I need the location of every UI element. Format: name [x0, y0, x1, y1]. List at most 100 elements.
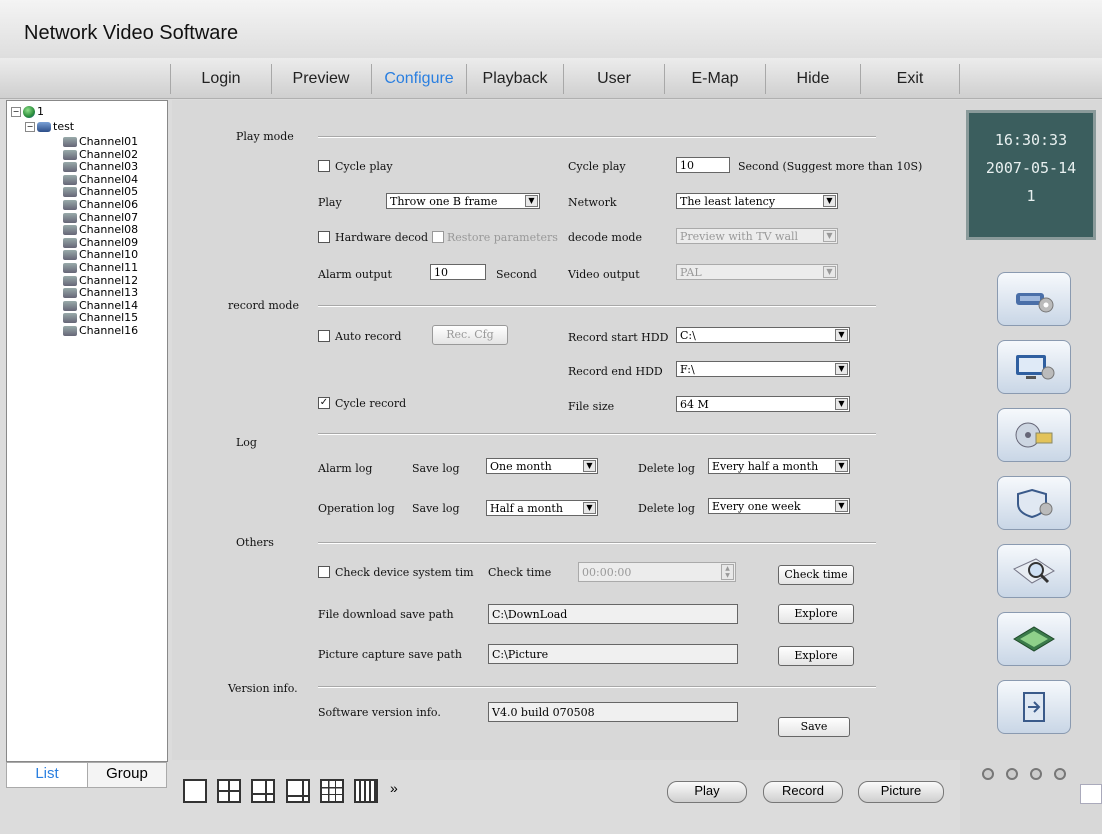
dropdown-arrow-icon[interactable]: ▼ [835, 460, 848, 472]
layout-16-icon[interactable] [354, 779, 378, 803]
play-select-value: Throw one B frame [390, 195, 498, 208]
checkbox-icon[interactable] [318, 566, 330, 578]
dropdown-arrow-icon[interactable]: ▼ [835, 363, 848, 375]
download-path-input[interactable]: C:\DownLoad [488, 604, 738, 624]
tree-channel[interactable]: Channel11 [63, 261, 138, 274]
checkbox-icon[interactable] [318, 160, 330, 172]
tree-channel[interactable]: Channel05 [63, 185, 138, 198]
capture-path-input[interactable]: C:\Picture [488, 644, 738, 664]
auto-record-checkbox[interactable]: Auto record [318, 330, 401, 343]
device-config-button[interactable] [997, 272, 1071, 326]
layout-4-icon[interactable] [217, 779, 241, 803]
tree-root[interactable]: −1 [11, 105, 44, 118]
record-end-hdd-select[interactable]: F:\ ▼ [676, 361, 850, 377]
layout-9-icon[interactable] [320, 779, 344, 803]
spinner-icon[interactable]: ▲ ▼ [721, 564, 734, 580]
camera-icon [63, 212, 77, 223]
operation-delete-log-select[interactable]: Every one week ▼ [708, 498, 850, 514]
dropdown-arrow-icon[interactable]: ▼ [525, 195, 538, 207]
alarm-save-log-select[interactable]: One month ▼ [486, 458, 598, 474]
dropdown-arrow-icon[interactable]: ▼ [823, 195, 836, 207]
dropdown-arrow-icon[interactable]: ▼ [835, 500, 848, 512]
dropdown-arrow-icon[interactable]: ▼ [823, 266, 836, 278]
check-time-button[interactable]: Check time [778, 565, 854, 585]
tree-channel[interactable]: Channel13 [63, 286, 138, 299]
file-size-select[interactable]: 64 M ▼ [676, 396, 850, 412]
decode-mode-select[interactable]: Preview with TV wall ▼ [676, 228, 838, 244]
map-config-button[interactable] [997, 612, 1071, 666]
alarm-output-input[interactable]: 10 [430, 264, 486, 280]
menu-hide[interactable]: Hide [766, 64, 861, 94]
check-device-time-label: Check device system tim [335, 566, 474, 579]
cycle-record-checkbox[interactable]: ✓ Cycle record [318, 397, 406, 410]
menu-user[interactable]: User [564, 64, 665, 94]
dropdown-arrow-icon[interactable]: ▼ [835, 329, 848, 341]
play-select[interactable]: Throw one B frame ▼ [386, 193, 540, 209]
tree-channel[interactable]: Channel06 [63, 198, 138, 211]
menu-configure[interactable]: Configure [372, 64, 467, 94]
record-button[interactable]: Record [763, 781, 843, 803]
save-button[interactable]: Save [778, 717, 850, 737]
explore-capture-button[interactable]: Explore [778, 646, 854, 666]
checkbox-icon[interactable] [432, 231, 444, 243]
exit-config-button[interactable] [997, 680, 1071, 734]
record-end-hdd-label: Record end HDD [568, 365, 663, 378]
restore-parameters-checkbox[interactable]: Restore parameters [432, 231, 558, 244]
checkbox-checked-icon[interactable]: ✓ [318, 397, 330, 409]
record-start-hdd-select[interactable]: C:\ ▼ [676, 327, 850, 343]
software-version-input[interactable]: V4.0 build 070508 [488, 702, 738, 722]
alarm-delete-log-select[interactable]: Every half a month ▼ [708, 458, 850, 474]
hardware-decode-checkbox[interactable]: Hardware decod [318, 231, 428, 244]
tree-device[interactable]: − test [25, 120, 74, 133]
device-tree[interactable]: −1 − test Channel01 Channel02 Channel03 Chan… [6, 100, 168, 762]
cycle-play-input[interactable]: 10 [676, 157, 730, 173]
menu-emap[interactable]: E-Map [665, 64, 766, 94]
dropdown-arrow-icon[interactable]: ▼ [583, 460, 596, 472]
collapse-icon[interactable]: − [11, 107, 21, 117]
layout-6-icon[interactable] [251, 779, 275, 803]
menu-login[interactable]: Login [170, 64, 272, 94]
tree-channel[interactable]: Channel16 [63, 324, 138, 337]
check-time-input[interactable]: 00:00:00 ▲ ▼ [578, 562, 736, 582]
tree-channel[interactable]: Channel03 [63, 160, 138, 173]
preview-config-button[interactable] [997, 340, 1071, 394]
security-config-button[interactable] [997, 476, 1071, 530]
dropdown-arrow-icon[interactable]: ▼ [835, 398, 848, 410]
layout-8-icon[interactable] [286, 779, 310, 803]
device-settings-icon [1016, 293, 1054, 313]
tree-channel[interactable]: Channel04 [63, 173, 138, 186]
cycle-play-checkbox[interactable]: Cycle play [318, 160, 393, 173]
dropdown-arrow-icon[interactable]: ▼ [823, 230, 836, 242]
alarm-save-log-label: Save log [412, 462, 460, 475]
tree-device-label: test [53, 120, 75, 133]
layout-1-icon[interactable] [183, 779, 207, 803]
rec-cfg-button[interactable]: Rec. Cfg [432, 325, 508, 345]
checkbox-icon[interactable] [318, 231, 330, 243]
tree-channel[interactable]: Channel15 [63, 311, 138, 324]
network-select[interactable]: The least latency ▼ [676, 193, 838, 209]
tray-icon[interactable] [1080, 784, 1102, 804]
collapse-icon[interactable]: − [25, 122, 35, 132]
checkbox-icon[interactable] [318, 330, 330, 342]
operation-save-log-select[interactable]: Half a month ▼ [486, 500, 598, 516]
menu-playback[interactable]: Playback [467, 64, 564, 94]
menu-preview[interactable]: Preview [271, 64, 372, 94]
tree-channel[interactable]: Channel09 [63, 236, 138, 249]
more-layouts-icon[interactable]: » [390, 780, 398, 796]
tree-channel[interactable]: Channel08 [63, 223, 138, 236]
menu-exit[interactable]: Exit [861, 64, 960, 94]
play-button[interactable]: Play [667, 781, 747, 803]
tree-channel[interactable]: Channel10 [63, 248, 138, 261]
tree-channel[interactable]: Channel12 [63, 274, 138, 287]
tree-channel[interactable]: Channel02 [63, 148, 138, 161]
tree-channel[interactable]: Channel07 [63, 211, 138, 224]
picture-button[interactable]: Picture [858, 781, 944, 803]
check-device-time-checkbox[interactable]: Check device system tim [318, 566, 474, 579]
dropdown-arrow-icon[interactable]: ▼ [583, 502, 596, 514]
explore-download-button[interactable]: Explore [778, 604, 854, 624]
storage-config-button[interactable] [997, 408, 1071, 462]
search-config-button[interactable] [997, 544, 1071, 598]
tree-channel[interactable]: Channel14 [63, 299, 138, 312]
video-output-select[interactable]: PAL ▼ [676, 264, 838, 280]
tree-channel[interactable]: Channel01 [63, 135, 138, 148]
